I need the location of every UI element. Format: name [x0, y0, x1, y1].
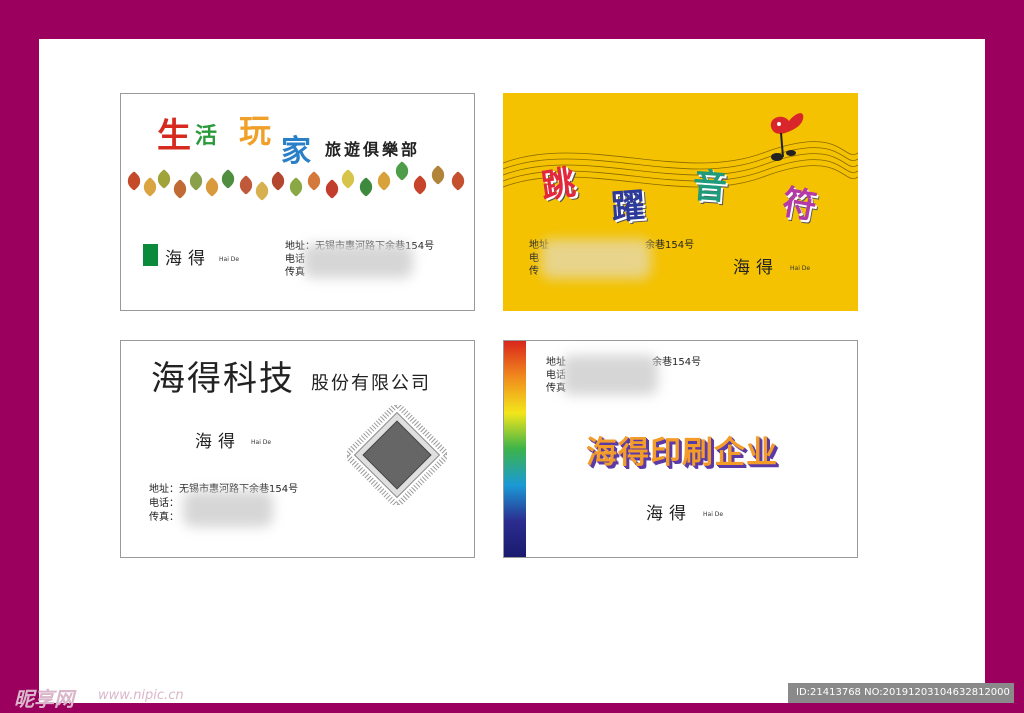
card2-phone-label: 电: [529, 253, 539, 264]
redacted-contact: [562, 355, 658, 395]
redacted-contact: [183, 491, 273, 527]
title-char-note-1: 音: [691, 165, 729, 209]
redacted-contact: [303, 244, 413, 278]
title-char-1: 生: [157, 116, 191, 156]
club-subtitle: 旅遊俱樂部: [325, 140, 421, 159]
watermark-url: www.nipic.cn: [98, 688, 184, 703]
business-card-travel-club: 生 活 玩 家 旅遊俱樂部 海得 Hai De 地址：无锡市惠河路下余巷154号…: [120, 93, 475, 311]
image-id-bar: ID:21413768 NO:20191203104632812000: [788, 683, 1014, 703]
card2-address-tail: 余巷154号: [645, 240, 695, 251]
microchip-icon: [347, 405, 447, 505]
title-char-jump-2: 躍: [609, 185, 647, 229]
music-note-character-icon: [770, 113, 804, 161]
title-char-2: 活: [195, 123, 218, 149]
card4-pinyin: Hai De: [703, 511, 724, 518]
green-accent-bar: [143, 244, 158, 266]
title-char-3: 玩: [239, 112, 272, 150]
card3-pinyin: Hai De: [251, 439, 272, 446]
business-card-tech: 海得科技 股份有限公司 海得 Hai De 地址：无锡市惠河路下余巷154号 电…: [120, 340, 475, 558]
card4-name: 海得: [646, 504, 692, 524]
card1-fax-label: 传真: [285, 267, 305, 278]
watermark-logo: 昵享网: [14, 687, 74, 711]
redacted-contact: [541, 239, 651, 279]
card2-pinyin: Hai De: [790, 265, 811, 272]
card4-address-tail: 余巷154号: [652, 357, 702, 368]
company-main-name: 海得科技: [151, 359, 295, 399]
card3-phone-label: 电话：: [149, 498, 179, 509]
card1-name: 海得: [165, 249, 211, 269]
title-char-4: 家: [281, 134, 311, 169]
card3-fax-label: 传真：: [149, 512, 179, 523]
business-card-music: 跳 躍 音 符 地址 余巷154号 电 传 海得 Hai De: [503, 93, 858, 311]
printing-company-title: 海得印刷企业: [586, 435, 778, 471]
rainbow-stripe: [504, 341, 526, 557]
title-char-jump-1: 跳: [538, 162, 579, 208]
card2-fax-label: 传: [529, 266, 539, 277]
card3-name: 海得: [195, 432, 241, 452]
company-sub-name: 股份有限公司: [311, 373, 431, 394]
card1-pinyin: Hai De: [219, 256, 240, 263]
card1-phone-label: 电话: [285, 254, 305, 265]
business-card-printing: 地址 余巷154号 电话 传真 海得印刷企业 海得 Hai De: [503, 340, 858, 558]
card2-name: 海得: [733, 258, 779, 278]
